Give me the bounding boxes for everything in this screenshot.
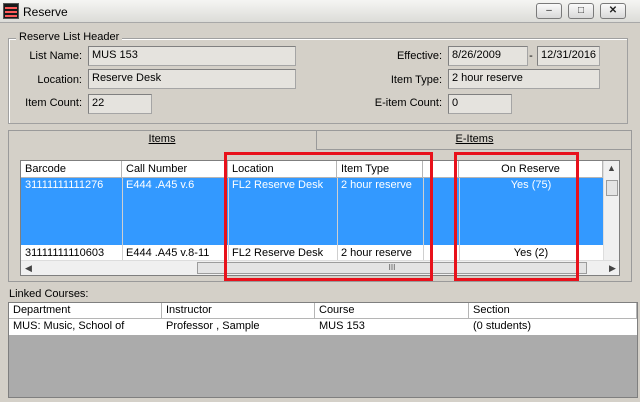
- vertical-scroll-thumb[interactable]: [606, 180, 618, 196]
- column-header-department[interactable]: Department: [9, 303, 162, 319]
- item-type-label: Item Type:: [390, 74, 442, 86]
- window-title: Reserve: [23, 5, 68, 19]
- cell-instructor: Professor , Sample: [166, 320, 260, 332]
- column-header-course[interactable]: Course: [315, 303, 469, 319]
- date-separator: -: [529, 50, 533, 62]
- cell-barcode: 31111111111276: [25, 179, 104, 191]
- eitem-count-label: E-item Count:: [374, 97, 442, 109]
- scroll-left-icon[interactable]: ◀: [25, 263, 32, 274]
- cell-course: MUS 153: [319, 320, 365, 332]
- maximize-button[interactable]: □: [568, 3, 594, 19]
- item-count-label: Item Count:: [25, 97, 82, 109]
- effective-start-field[interactable]: 8/26/2009: [448, 46, 528, 66]
- group-legend: Reserve List Header: [16, 31, 123, 43]
- cell-call-number: E444 .A45 v.6: [126, 179, 195, 191]
- cell-barcode: 31111111110603: [25, 247, 105, 259]
- column-header-call-number[interactable]: Call Number: [122, 161, 228, 178]
- column-header-instructor[interactable]: Instructor: [162, 303, 315, 319]
- scroll-up-icon[interactable]: ▲: [607, 163, 616, 173]
- tab-items-label: Items: [148, 133, 176, 145]
- item-count-field[interactable]: 22: [88, 94, 152, 114]
- minimize-button[interactable]: –: [536, 3, 562, 19]
- highlight-box-location-itemtype: [224, 152, 433, 281]
- tab-eitems-label: E-Items: [455, 133, 494, 145]
- location-label: Location:: [37, 74, 82, 86]
- column-header-section[interactable]: Section: [469, 303, 637, 319]
- item-type-field[interactable]: 2 hour reserve: [448, 69, 600, 89]
- vertical-scrollbar[interactable]: [603, 161, 619, 261]
- effective-label: Effective:: [396, 50, 442, 62]
- list-name-field[interactable]: MUS 153: [88, 46, 296, 66]
- eitem-count-field[interactable]: 0: [448, 94, 512, 114]
- column-header-barcode[interactable]: Barcode: [21, 161, 122, 178]
- close-button[interactable]: ✕: [600, 3, 626, 19]
- location-field[interactable]: Reserve Desk: [88, 69, 296, 89]
- highlight-box-on-reserve: [454, 152, 579, 281]
- effective-end-field[interactable]: 12/31/2016: [537, 46, 600, 66]
- cell-department: MUS: Music, School of: [13, 320, 125, 332]
- cell-call-number: E444 .A45 v.8-11: [126, 247, 210, 259]
- tab-eitems[interactable]: E-Items: [317, 130, 632, 150]
- linked-courses-label: Linked Courses:: [9, 288, 89, 300]
- cell-section: (0 students): [473, 320, 532, 332]
- scroll-right-icon[interactable]: ▶: [609, 263, 616, 274]
- app-icon: [3, 3, 19, 19]
- tab-items[interactable]: Items: [8, 130, 316, 150]
- list-name-label: List Name:: [29, 50, 82, 62]
